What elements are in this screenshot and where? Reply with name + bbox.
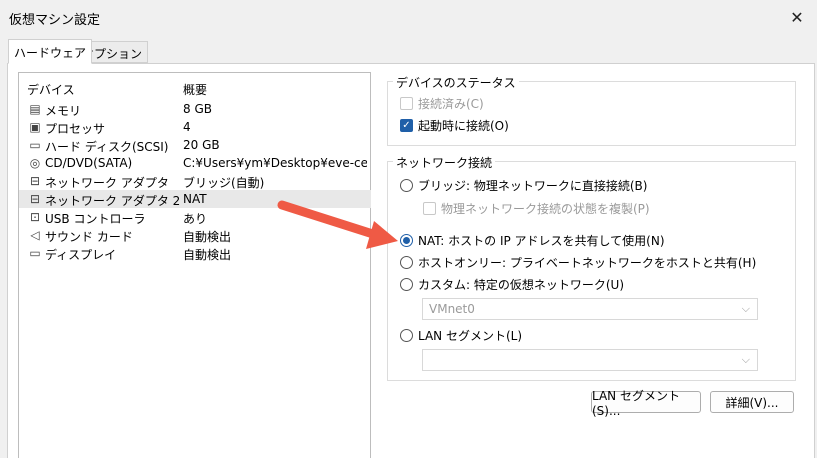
device-list[interactable]: デバイス 概要 ▤ メモリ 8 GB ▣ プロセッサ 4 ▭ ハード ディスク(…: [18, 72, 371, 458]
radio-lan-segment[interactable]: LAN セグメント(L): [400, 327, 522, 344]
radio-host-only[interactable]: ホストオンリー: プライベートネットワークをホストと共有(H): [400, 254, 756, 271]
device-row-hard-disk[interactable]: ▭ ハード ディスク(SCSI) 20 GB: [19, 136, 371, 154]
check-icon: ✓: [400, 119, 413, 132]
device-row-processor[interactable]: ▣ プロセッサ 4: [19, 118, 371, 136]
column-header-summary: 概要: [183, 83, 208, 97]
device-name: プロセッサ: [45, 122, 106, 136]
radio-circle: [400, 329, 413, 342]
group-title: デバイスのステータス: [393, 74, 519, 91]
device-summary: ブリッジ(自動): [183, 176, 265, 190]
device-name: CD/DVD(SATA): [45, 156, 133, 170]
sound-card-icon: ◁: [30, 228, 40, 242]
radio-label: ホストオンリー: プライベートネットワークをホストと共有(H): [418, 256, 757, 270]
lan-segment-button[interactable]: LAN セグメント(S)...: [591, 389, 701, 418]
radio-custom[interactable]: カスタム: 特定の仮想ネットワーク(U): [400, 276, 624, 293]
device-name: USB コントローラ: [45, 212, 146, 226]
device-summary: C:¥Users¥ym¥Desktop¥eve-ce-...: [183, 156, 367, 170]
select-value: VMnet0: [429, 302, 475, 316]
device-name: ハード ディスク(SCSI): [45, 140, 169, 154]
device-row-cd-dvd[interactable]: ◎ CD/DVD(SATA) C:¥Users¥ym¥Desktop¥eve-c…: [19, 154, 371, 172]
lan-segment-select[interactable]: ⌵: [422, 349, 758, 371]
chevron-down-icon: ⌵: [741, 302, 750, 315]
checkbox-label: 接続済み(C): [418, 97, 484, 111]
device-row-memory[interactable]: ▤ メモリ 8 GB: [19, 100, 371, 118]
hard-disk-icon: ▭: [29, 138, 41, 152]
network-connection-group: ネットワーク接続: [387, 154, 796, 381]
radio-nat[interactable]: NAT: ホストの IP アドレスを共有して使用(N): [400, 232, 665, 249]
display-icon: ▭: [29, 246, 41, 260]
processor-icon: ▣: [29, 120, 41, 134]
window-title: 仮想マシン設定: [9, 13, 101, 28]
device-status-group: デバイスのステータス: [387, 74, 796, 146]
device-list-header: デバイス 概要: [19, 73, 370, 100]
device-summary: 8 GB: [183, 102, 212, 116]
device-name: メモリ: [45, 104, 82, 118]
checkbox-label: 物理ネットワーク接続の状態を複製(P): [441, 202, 650, 216]
radio-label: LAN セグメント(L): [418, 329, 523, 343]
checkbox-box: [423, 202, 436, 215]
connect-on-power-on-checkbox[interactable]: ✓ 起動時に接続(O): [400, 117, 509, 134]
checkbox-label: 起動時に接続(O): [418, 119, 509, 133]
device-name: サウンド カード: [45, 230, 133, 244]
network-adapter-icon: ⊟: [29, 192, 41, 206]
group-title: ネットワーク接続: [393, 154, 496, 171]
radio-circle: [400, 179, 413, 192]
title-bar: 仮想マシン設定 ✕: [0, 0, 817, 34]
radio-bridged[interactable]: ブリッジ: 物理ネットワークに直接接続(B): [400, 177, 647, 194]
radio-circle: [400, 278, 413, 291]
radio-label: NAT: ホストの IP アドレスを共有して使用(N): [418, 234, 665, 248]
column-header-device: デバイス: [27, 83, 75, 97]
device-name: ディスプレイ: [45, 248, 117, 262]
device-name: ネットワーク アダプタ: [45, 176, 169, 190]
radio-circle: [400, 256, 413, 269]
cd-dvd-icon: ◎: [29, 156, 41, 170]
radio-label: カスタム: 特定の仮想ネットワーク(U): [418, 278, 625, 292]
device-row-network-adapter[interactable]: ⊟ ネットワーク アダプタ ブリッジ(自動): [19, 172, 371, 190]
device-name: ネットワーク アダプタ 2: [45, 194, 181, 208]
close-icon[interactable]: ✕: [777, 0, 817, 34]
checkbox-box: [400, 97, 413, 110]
device-summary: 20 GB: [183, 138, 220, 152]
custom-network-select[interactable]: VMnet0 ⌵: [422, 298, 758, 320]
tab-hardware[interactable]: ハードウェア: [8, 39, 93, 64]
memory-icon: ▤: [29, 102, 41, 116]
connected-checkbox[interactable]: 接続済み(C): [400, 95, 484, 112]
radio-label: ブリッジ: 物理ネットワークに直接接続(B): [418, 179, 648, 193]
chevron-down-icon: ⌵: [741, 353, 750, 366]
advanced-button[interactable]: 詳細(V)...: [710, 391, 794, 413]
replicate-state-checkbox[interactable]: 物理ネットワーク接続の状態を複製(P): [423, 200, 650, 217]
network-adapter-icon: ⊟: [29, 174, 41, 188]
usb-controller-icon: ⊡: [29, 210, 41, 224]
device-summary: 4: [183, 120, 191, 134]
annotation-arrow-icon: [277, 200, 398, 249]
